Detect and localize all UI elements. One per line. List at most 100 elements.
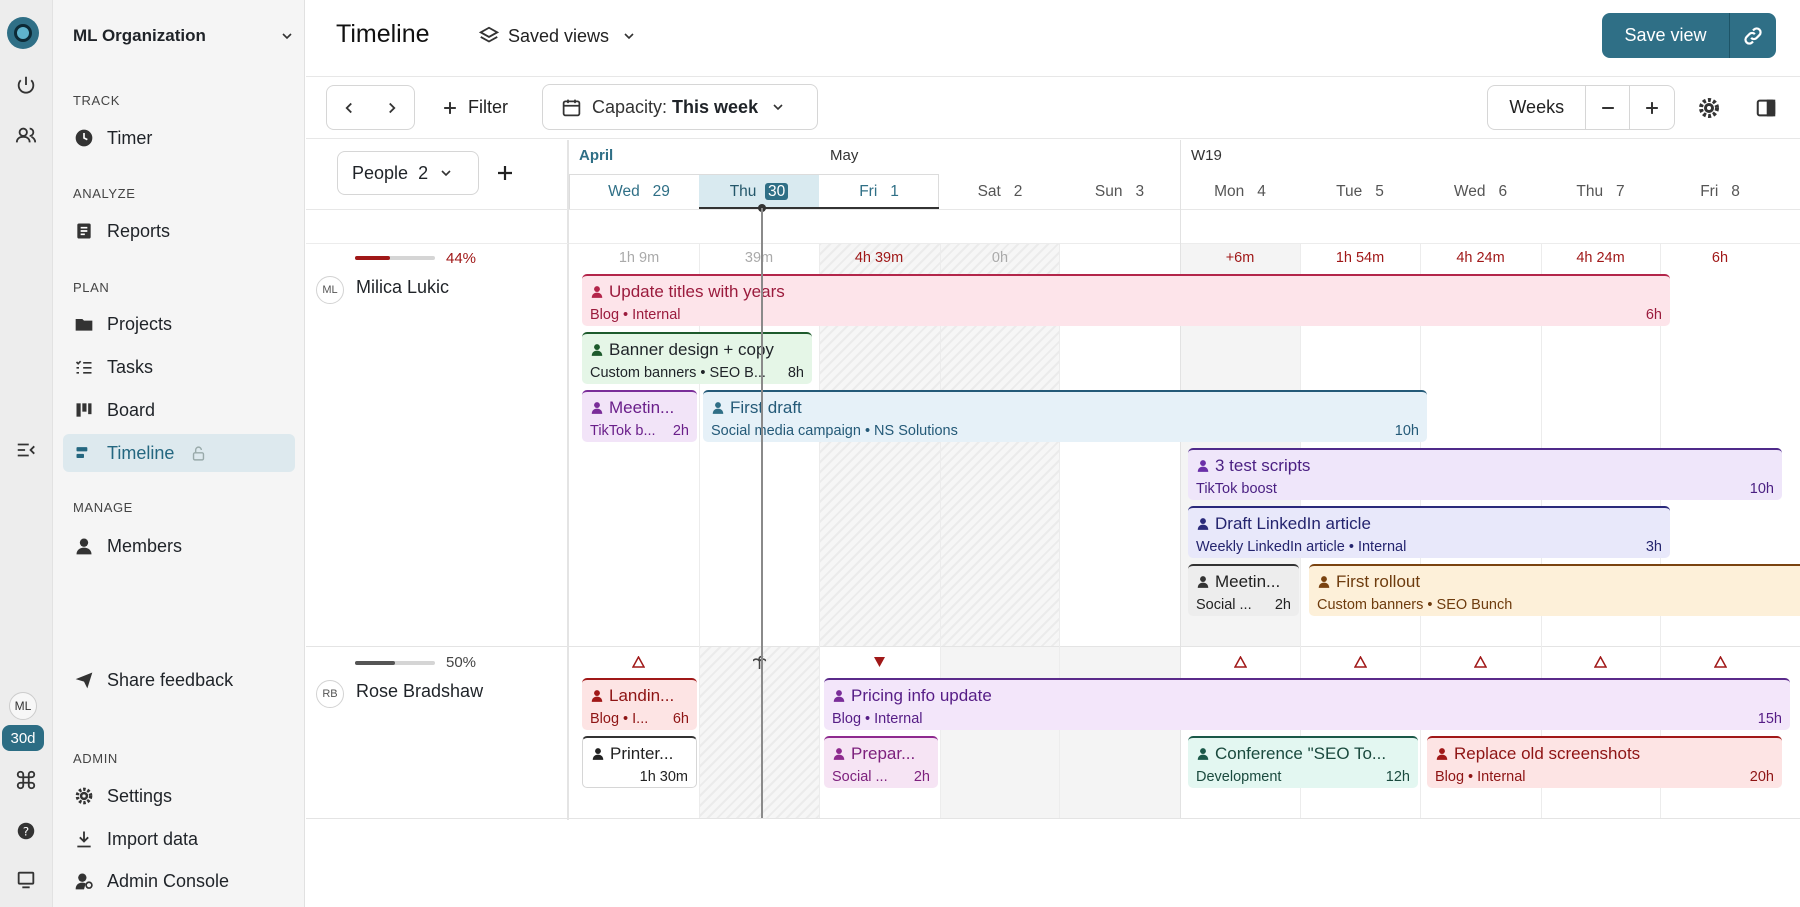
task-bar[interactable]: Update titles with years Blog • Internal… xyxy=(582,274,1670,326)
task-bar[interactable]: Draft LinkedIn article Weekly LinkedIn a… xyxy=(1188,506,1670,558)
people-column xyxy=(306,140,568,820)
capacity-dropdown[interactable]: Capacity: This week xyxy=(542,84,818,130)
power-icon[interactable] xyxy=(8,67,44,103)
task-bar[interactable]: Landin... Blog • I... 6h xyxy=(582,678,697,730)
save-view-button[interactable]: Save view xyxy=(1602,13,1730,58)
desktop-app-icon[interactable] xyxy=(8,862,44,898)
page-title: Timeline xyxy=(336,20,430,48)
capacity-value: This week xyxy=(672,96,759,117)
day-header[interactable]: Fri 1 xyxy=(819,179,939,205)
timeline-settings-button[interactable] xyxy=(1695,94,1723,122)
people-count: 2 xyxy=(418,162,429,183)
next-button[interactable] xyxy=(371,86,415,129)
sidebar-item-label: Board xyxy=(107,399,156,420)
day-header[interactable]: Wed 6 xyxy=(1420,179,1541,205)
sidebar-item-label: Timer xyxy=(107,127,153,148)
add-person-button[interactable] xyxy=(493,161,517,185)
day-header[interactable]: Sat 2 xyxy=(940,179,1060,205)
sidebar-item-label: Timeline xyxy=(107,442,175,463)
member-icon xyxy=(73,535,95,557)
saved-views-label: Saved views xyxy=(508,25,610,46)
task-bar[interactable]: Printer... 1h 30m xyxy=(582,736,697,788)
person-name[interactable]: Rose Bradshaw xyxy=(356,681,483,702)
task-bar[interactable]: First rollout Custom banners • SEO Bunch xyxy=(1309,564,1800,616)
saved-views-dropdown[interactable]: Saved views xyxy=(478,22,637,50)
user-avatar[interactable]: ML xyxy=(9,692,37,720)
zoom-out-button[interactable] xyxy=(1586,86,1631,129)
clock-icon xyxy=(73,127,95,149)
day-header[interactable]: Mon 4 xyxy=(1180,179,1300,205)
sidebar-item-settings[interactable]: Settings xyxy=(63,777,295,815)
day-header[interactable]: Fri 8 xyxy=(1660,179,1780,205)
capacity-cell: 4h 39m xyxy=(854,250,904,266)
sidebar-item-reports[interactable]: Reports xyxy=(63,212,295,250)
timeline-icon xyxy=(73,442,95,464)
sidebar-item-label: Tasks xyxy=(107,356,154,377)
sidebar-item-label: Reports xyxy=(107,220,171,241)
sidebar-item-tasks[interactable]: Tasks xyxy=(63,348,295,386)
side-panel-button[interactable] xyxy=(1752,94,1780,122)
people-dropdown[interactable]: People 2 xyxy=(337,151,479,195)
day-header[interactable]: Sun 3 xyxy=(1059,179,1180,205)
plus-icon xyxy=(444,101,456,114)
task-bar[interactable]: Prepar... Social ... 2h xyxy=(824,736,938,788)
copy-link-button[interactable] xyxy=(1730,13,1776,58)
team-icon[interactable] xyxy=(8,117,44,153)
day-header[interactable]: Tue 5 xyxy=(1300,179,1420,205)
capacity-cell: 4h 24m xyxy=(1456,250,1505,266)
command-icon[interactable] xyxy=(8,762,44,798)
folder-icon xyxy=(73,313,95,335)
day-header-today[interactable]: Thu 30 xyxy=(699,179,819,205)
help-icon[interactable]: ? xyxy=(8,813,44,849)
filter-button[interactable]: Filter xyxy=(440,85,508,130)
sidebar-item-board[interactable]: Board xyxy=(63,391,295,429)
trial-days-badge[interactable]: 30d xyxy=(2,725,44,751)
person-name[interactable]: Milica Lukic xyxy=(356,277,449,298)
chevron-left-icon xyxy=(345,102,352,113)
zoom-group: Weeks xyxy=(1487,85,1675,130)
range-underline xyxy=(699,207,939,209)
sidebar-item-projects[interactable]: Projects xyxy=(63,305,295,343)
sidebar-item-timeline[interactable]: Timeline xyxy=(63,434,295,472)
sidebar-item-admin-console[interactable]: Admin Console xyxy=(63,862,295,900)
capacity-cell: +6m xyxy=(1225,250,1255,266)
palm-tree-icon xyxy=(753,656,766,669)
task-bar[interactable]: Replace old screenshots Blog • Internal 2… xyxy=(1427,736,1782,788)
section-plan: PLAN xyxy=(73,280,110,295)
icon-rail: ML 30d ? xyxy=(0,0,53,907)
gear-icon xyxy=(1699,98,1719,118)
task-bar[interactable]: 3 test scripts TikTok boost 10h xyxy=(1188,448,1782,500)
section-admin: ADMIN xyxy=(73,751,118,766)
header-divider xyxy=(306,209,1800,210)
view-scale-button[interactable]: Weeks xyxy=(1488,86,1587,129)
zoom-in-button[interactable] xyxy=(1630,86,1674,129)
app-window: ML 30d ? ML Organization TRACK Timer ANA… xyxy=(0,0,1800,907)
sidebar-item-label: Import data xyxy=(107,828,199,849)
avatar: RB xyxy=(316,680,344,708)
sidebar: ML Organization TRACK Timer ANALYZE Repo… xyxy=(53,0,305,907)
organization-switcher[interactable]: ML Organization xyxy=(73,22,295,50)
task-bar[interactable]: Conference "SEO To... Development 12h xyxy=(1188,736,1418,788)
day-shade xyxy=(940,647,1180,818)
day-header[interactable]: Thu 7 xyxy=(1541,179,1660,205)
sidebar-item-label: Projects xyxy=(107,313,173,334)
task-bar[interactable]: Meetin... TikTok b... 2h xyxy=(582,390,697,442)
sidebar-item-label: Settings xyxy=(107,785,173,806)
task-bar[interactable]: Pricing info update Blog • Internal 15h xyxy=(824,678,1790,730)
under-capacity-icon xyxy=(1594,656,1607,668)
app-logo-icon[interactable] xyxy=(7,17,39,49)
day-header[interactable]: Wed 29 xyxy=(579,179,699,205)
sidebar-item-share-feedback[interactable]: Share feedback xyxy=(63,661,295,699)
chevron-down-icon xyxy=(441,170,451,177)
task-bar[interactable]: Meetin... Social ... 2h xyxy=(1188,564,1299,616)
sidebar-item-members[interactable]: Members xyxy=(63,527,295,565)
sidebar-item-import-data[interactable]: Import data xyxy=(63,820,295,858)
sidebar-item-timer[interactable]: Timer xyxy=(63,119,295,157)
task-bar[interactable]: Banner design + copy Custom banners • SE… xyxy=(582,332,812,384)
previous-button[interactable] xyxy=(327,86,371,129)
task-bar[interactable]: First draft Social media campaign • NS S… xyxy=(703,390,1427,442)
under-capacity-icon xyxy=(1714,656,1727,668)
collapse-sidebar-icon[interactable] xyxy=(8,432,44,468)
chevron-right-icon xyxy=(389,102,396,113)
chevron-down-icon xyxy=(773,104,783,111)
